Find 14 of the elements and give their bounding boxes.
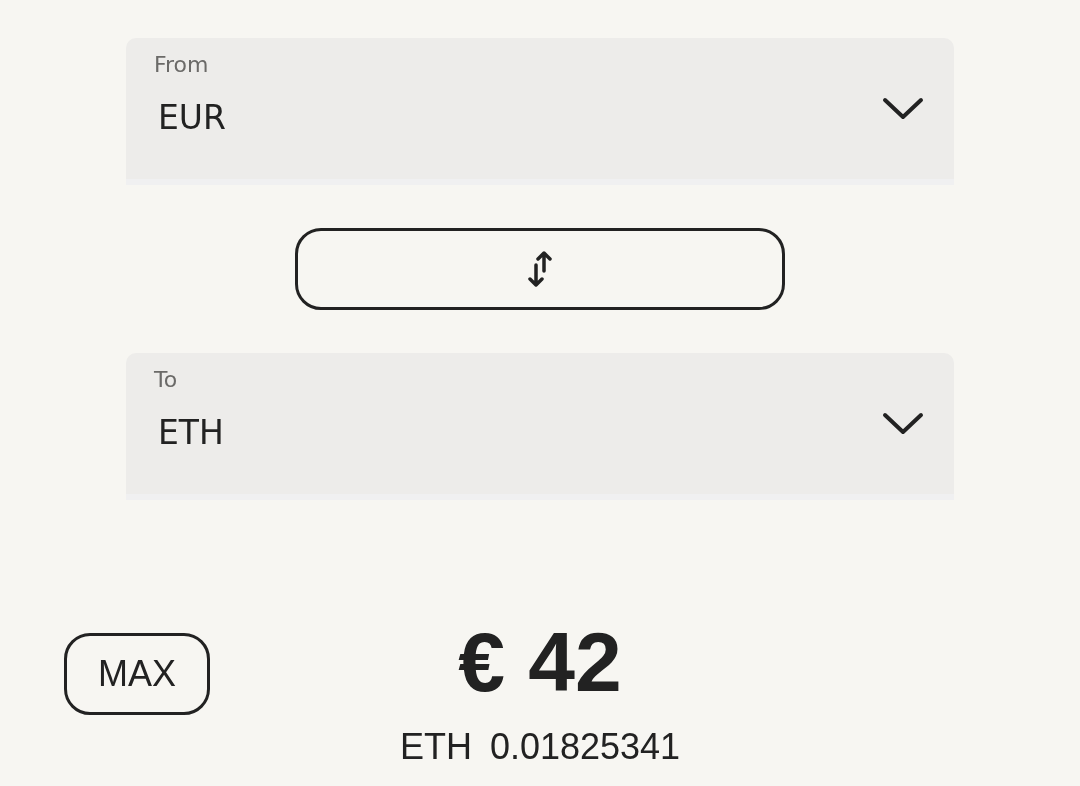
chevron-down-icon <box>882 95 924 122</box>
swap-arrows-icon <box>528 249 552 289</box>
selected-value: EUR <box>157 97 227 137</box>
max-button[interactable]: MAX <box>64 633 210 715</box>
chevron-down-icon <box>882 410 924 437</box>
field-label: From <box>154 52 209 77</box>
conversion-currency: ETH <box>399 726 472 768</box>
conversion-value: 0.01825341 <box>489 726 681 768</box>
swap-button[interactable] <box>295 228 785 310</box>
amount-value: € 42 <box>458 620 622 704</box>
to-currency-dropdown[interactable]: To ETH <box>126 353 954 500</box>
field-label: To <box>154 367 178 392</box>
from-currency-dropdown[interactable]: From EUR <box>126 38 954 185</box>
selected-value: ETH <box>157 412 225 452</box>
